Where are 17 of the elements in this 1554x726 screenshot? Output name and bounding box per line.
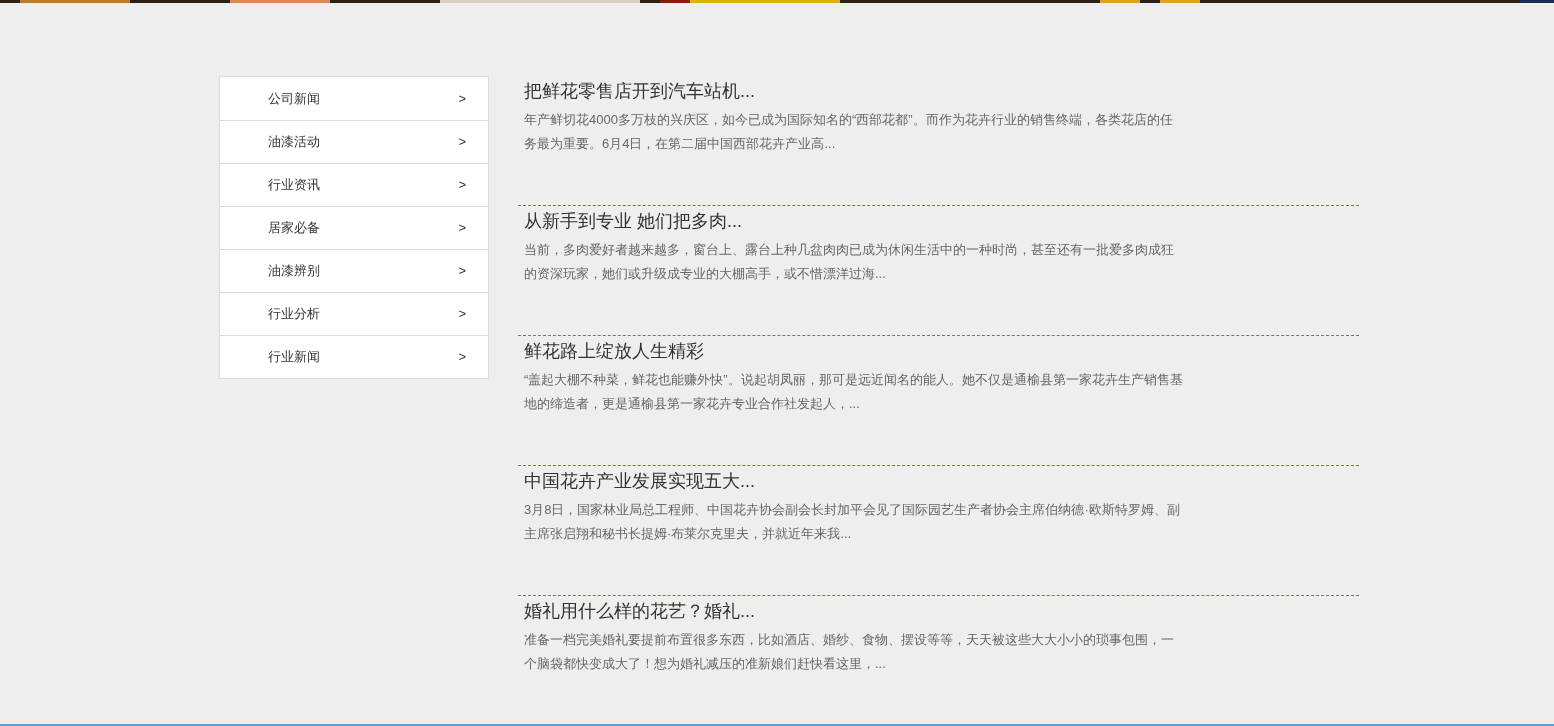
article-title[interactable]: 中国花卉产业发展实现五大... — [524, 468, 755, 494]
sidebar-item[interactable]: 行业分析 > — [220, 292, 488, 335]
sidebar-item[interactable]: 油漆活动 > — [220, 120, 488, 163]
article-title[interactable]: 从新手到专业 她们把多肉... — [524, 208, 742, 234]
sidebar-item[interactable]: 公司新闻 > — [220, 77, 488, 120]
sidebar-item[interactable]: 行业资讯 > — [220, 163, 488, 206]
sidebar-item[interactable]: 油漆辨别 > — [220, 249, 488, 292]
article-summary: 准备一档完美婚礼要提前布置很多东西，比如酒店、婚纱、食物、摆设等等，天天被这些大大小小的琐事包围，一个脑袋都快变成大了！想为婚礼减压的准新娘们赶快看这里，... — [524, 631, 1175, 673]
sidebar-item[interactable]: 行业新闻 > — [220, 335, 488, 378]
sidebar-item[interactable]: 居家必备 > — [220, 206, 488, 249]
article-summary: “盖起大棚不种菜，鲜花也能赚外快”。说起胡凤丽，那可是远近闻名的能人。她不仅是通榆县第一家花卉生产销售基地的缔造者，更是通榆县第一家花卉专业合作社发起人，... — [524, 371, 1184, 413]
article-title[interactable]: 把鲜花零售店开到汽车站机... — [524, 78, 755, 104]
article-title[interactable]: 鲜花路上绽放人生精彩 — [524, 338, 704, 364]
article-summary: 3月8日，国家林业局总工程师、中国花卉协会副会长封加平会见了国际园艺生产者协会主席伯纳德·欧斯特罗姆、副主席张启翔和秘书长提姆·布莱尔克里夫，并就近年来我... — [524, 501, 1181, 543]
article-summary: 当前，多肉爱好者越来越多，窗台上、露台上种几盆肉肉已成为休闲生活中的一种时尚，甚至还有一批爱多肉成狂的资深玩家，她们或升级成专业的大棚高手，或不惜漂洋过海... — [524, 241, 1175, 283]
article-title[interactable]: 婚礼用什么样的花艺？婚礼... — [524, 598, 755, 624]
article-summary: 年产鲜切花4000多万枝的兴庆区，如今已成为国际知名的“西部花都”。而作为花卉行业的销售终端，各类花店的任务最为重要。6月4日，在第二届中国西部花卉产业高... — [524, 111, 1174, 153]
